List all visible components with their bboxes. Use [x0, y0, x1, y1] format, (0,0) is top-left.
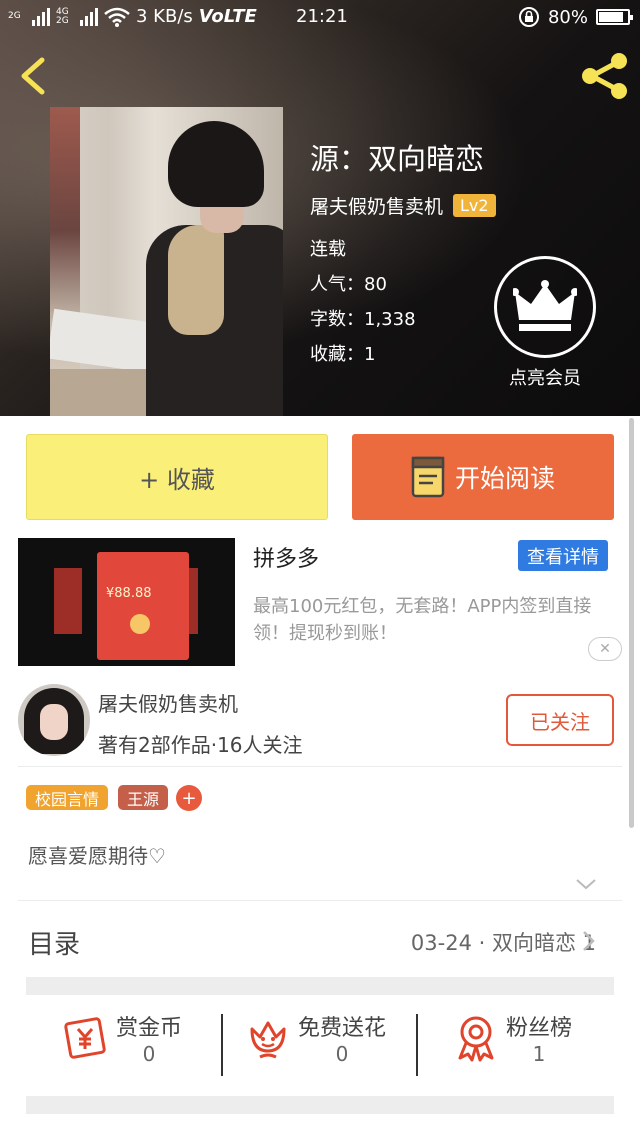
volte-indicator: VoLTE	[198, 6, 257, 27]
book-icon	[411, 456, 445, 498]
ad-title[interactable]: 拼多多	[253, 541, 319, 573]
word-count: 字数：1,338	[310, 309, 416, 330]
ad-description[interactable]: 最高100元红包，无套路！APP内签到直接领！提现秒到账！	[253, 593, 623, 647]
ad-thumbnail[interactable]: ¥88.88	[18, 538, 235, 666]
sim2-network-type: 4G 2G	[56, 6, 69, 26]
toc-latest-chapter[interactable]: 03-24 · 双向暗恋 1	[411, 927, 596, 957]
reward-coins-value: 0	[142, 1042, 156, 1066]
back-arrow-icon[interactable]	[14, 54, 54, 98]
tag-wang-yuan[interactable]: 王源	[118, 785, 169, 810]
vip-label[interactable]: 点亮会员	[480, 364, 610, 390]
stat-separator	[221, 1014, 223, 1076]
reward-coins-label: 赏金币	[116, 1016, 183, 1041]
author-avatar[interactable]	[18, 684, 90, 756]
divider	[18, 766, 622, 767]
sim1-network-type: 2G	[8, 11, 21, 21]
free-flower-label: 免费送花	[298, 1016, 387, 1041]
fan-ranking-value: 1	[532, 1042, 546, 1066]
book-title: 源：双向暗恋	[310, 142, 485, 176]
scrollbar[interactable]	[629, 418, 634, 828]
author-line[interactable]: 屠夫假奶售卖机 Lv2	[310, 192, 496, 219]
collect-button[interactable]: + 收藏	[26, 434, 328, 520]
favorites-count: 收藏：1	[310, 344, 376, 365]
book-cover-image	[50, 107, 283, 416]
author-card-stats: 著有2部作品·16人关注	[98, 733, 303, 757]
chevron-right-icon[interactable]	[578, 929, 598, 953]
battery-percent: 80%	[547, 6, 588, 28]
divider	[18, 900, 622, 901]
author-card-name[interactable]: 屠夫假奶售卖机	[98, 688, 238, 717]
popularity-count: 人气：80	[310, 274, 387, 295]
crown-icon	[513, 280, 577, 331]
signal-strength-icon	[32, 7, 50, 26]
tag-campus-romance[interactable]: 校园言情	[26, 785, 109, 810]
clock: 21:21	[296, 6, 348, 27]
fan-ranking-label: 粉丝榜	[506, 1016, 573, 1041]
toc-label[interactable]: 目录	[28, 924, 80, 961]
red-envelope-yen-icon	[64, 1017, 106, 1059]
ad-detail-button[interactable]: 查看详情	[518, 540, 608, 571]
start-reading-button[interactable]: 开始阅读	[352, 434, 614, 520]
book-header: 2G 4G 2G 3 KB/s VoLTE 21:21 80% 源：双向暗恋 屠…	[0, 0, 640, 416]
wifi-icon	[104, 7, 130, 27]
fan-ranking-button[interactable]: 粉丝榜 1	[454, 1010, 572, 1066]
signal-strength-icon-2	[80, 7, 98, 26]
chevron-down-icon[interactable]	[574, 874, 598, 894]
start-reading-label: 开始阅读	[454, 464, 555, 493]
reward-coins-button[interactable]: 赏金币 0	[62, 1010, 182, 1066]
vip-crown-button[interactable]	[494, 256, 596, 358]
status-bar: 2G 4G 2G 3 KB/s VoLTE 21:21 80%	[0, 0, 640, 34]
free-flower-value: 0	[335, 1042, 349, 1066]
ad-close-icon[interactable]: ✕	[588, 637, 622, 661]
battery-icon	[596, 9, 633, 25]
followed-button[interactable]: 已关注	[506, 694, 614, 746]
add-tag-button[interactable]: +	[176, 785, 202, 811]
award-ribbon-icon	[458, 1016, 494, 1062]
flower-smile-icon	[250, 1021, 286, 1059]
section-separator	[26, 977, 614, 995]
ad-thumb-amount: ¥88.88	[106, 586, 152, 601]
free-flower-button[interactable]: 免费送花 0	[246, 1010, 386, 1066]
stat-separator	[416, 1014, 418, 1076]
network-speed: 3 KB/s	[136, 6, 193, 27]
book-description: 愿喜爱愿期待♡	[28, 844, 166, 868]
author-name[interactable]: 屠夫假奶售卖机	[310, 192, 443, 219]
section-separator-bottom	[26, 1096, 614, 1114]
share-icon[interactable]	[578, 52, 632, 100]
level-badge: Lv2	[453, 194, 496, 217]
serial-status: 连载	[310, 239, 346, 260]
rotation-lock-icon	[518, 7, 539, 27]
